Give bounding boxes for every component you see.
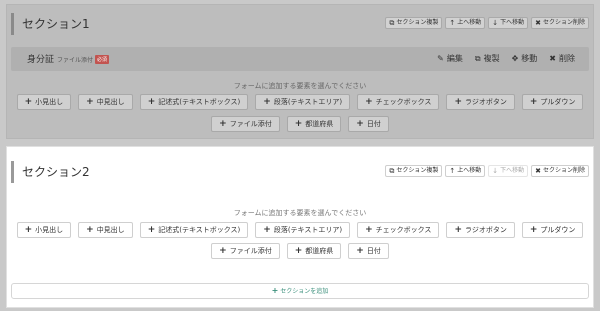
element-button-row: + ファイル添付 + 都道府県 + 日付 xyxy=(7,243,593,259)
add-date-button[interactable]: + 日付 xyxy=(348,116,389,132)
move-section-up-button[interactable]: ↑ 上へ移動 xyxy=(445,17,486,29)
section-actions: ⧉ セクション複製 ↑ 上へ移動 ↓ 下へ移動 ✖ セクション削除 xyxy=(385,165,589,177)
field-type: ファイル添付 xyxy=(57,57,94,64)
element-button-row: + 小見出し + 中見出し + 記述式(テキストボックス) + 段落(テキストエリア) … xyxy=(7,222,593,238)
add-dropdown-button[interactable]: + プルダウン xyxy=(521,222,584,238)
add-textarea-button[interactable]: + 段落(テキストエリア) xyxy=(255,222,351,238)
add-checkbox-button[interactable]: + チェックボックス xyxy=(357,94,440,110)
form-field-row[interactable]: 身分証 ファイル添付 必須 ✎ 編集 ⧉ 複製 ✥ 移動 ✖ 削除 xyxy=(11,47,589,71)
move-section-down-button[interactable]: ↓ 下へ移動 xyxy=(488,17,529,29)
section-title: セクション2 xyxy=(11,161,90,183)
arrow-down-icon: ↓ xyxy=(492,19,499,27)
plus-icon: + xyxy=(86,225,94,235)
plus-icon: + xyxy=(219,119,227,129)
add-file-button[interactable]: + ファイル添付 xyxy=(211,116,280,132)
add-textbox-button[interactable]: + 記述式(テキストボックス) xyxy=(139,222,249,238)
arrow-up-icon: ↑ xyxy=(449,19,456,27)
delete-section-button[interactable]: ✖ セクション削除 xyxy=(531,17,589,29)
add-prefecture-button[interactable]: + 都道府県 xyxy=(286,116,342,132)
move-section-up-button[interactable]: ↑ 上へ移動 xyxy=(445,165,486,177)
copy-icon: ⧉ xyxy=(389,167,395,175)
plus-icon: + xyxy=(263,225,271,235)
plus-icon: + xyxy=(24,97,33,107)
plus-icon: + xyxy=(294,246,303,256)
pencil-icon: ✎ xyxy=(437,54,444,63)
field-actions: ✎ 編集 ⧉ 複製 ✥ 移動 ✖ 削除 xyxy=(437,53,575,64)
plus-icon: + xyxy=(147,97,156,107)
delete-section-button[interactable]: ✖ セクション削除 xyxy=(531,165,589,177)
plus-icon: + xyxy=(147,225,156,235)
plus-icon: + xyxy=(24,225,33,235)
plus-icon: + xyxy=(454,97,462,107)
add-textarea-button[interactable]: + 段落(テキストエリア) xyxy=(255,94,351,110)
add-prefecture-button[interactable]: + 都道府県 xyxy=(286,243,342,259)
add-date-button[interactable]: + 日付 xyxy=(348,243,389,259)
add-checkbox-button[interactable]: + チェックボックス xyxy=(357,222,440,238)
plus-icon: + xyxy=(529,225,538,235)
move-icon: ✥ xyxy=(511,54,519,63)
plus-icon: + xyxy=(365,97,373,107)
plus-icon: + xyxy=(219,246,227,256)
close-icon: ✖ xyxy=(535,19,541,27)
duplicate-section-button[interactable]: ⧉ セクション複製 xyxy=(385,17,443,29)
add-dropdown-button[interactable]: + プルダウン xyxy=(521,94,584,110)
add-heading-medium-button[interactable]: + 中見出し xyxy=(78,222,133,238)
close-icon: ✖ xyxy=(549,54,556,63)
arrow-down-icon: ↓ xyxy=(492,167,499,175)
add-radio-button[interactable]: + ラジオボタン xyxy=(446,94,515,110)
close-icon: ✖ xyxy=(535,167,541,175)
add-radio-button[interactable]: + ラジオボタン xyxy=(446,222,515,238)
element-button-row: + 小見出し + 中見出し + 記述式(テキストボックス) + 段落(テキストエリア) … xyxy=(7,94,593,110)
move-section-down-button[interactable]: ↓ 下へ移動 xyxy=(488,165,529,177)
add-file-button[interactable]: + ファイル添付 xyxy=(211,243,280,259)
add-heading-medium-button[interactable]: + 中見出し xyxy=(78,94,133,110)
plus-icon: + xyxy=(356,119,364,129)
field-label: 身分証 ファイル添付 必須 xyxy=(27,55,110,65)
move-field-button[interactable]: ✥ 移動 xyxy=(512,53,538,64)
plus-icon: + xyxy=(454,225,462,235)
copy-field-button[interactable]: ⧉ 複製 xyxy=(475,53,500,64)
plus-icon: + xyxy=(294,119,303,129)
add-element-hint: フォームに追加する要素を選んでください xyxy=(233,209,367,217)
section-title: セクション1 xyxy=(11,13,90,35)
section-1: セクション1 ⧉ セクション複製 ↑ 上へ移動 ↓ 下へ移動 ✖ セクション削除 身分証… xyxy=(6,4,594,139)
add-heading-small-button[interactable]: + 小見出し xyxy=(16,94,72,110)
add-textbox-button[interactable]: + 記述式(テキストボックス) xyxy=(139,94,249,110)
copy-icon: ⧉ xyxy=(389,19,395,27)
edit-field-button[interactable]: ✎ 編集 xyxy=(437,53,463,64)
section-actions: ⧉ セクション複製 ↑ 上へ移動 ↓ 下へ移動 ✖ セクション削除 xyxy=(385,17,589,29)
arrow-up-icon: ↑ xyxy=(449,167,456,175)
required-badge: 必須 xyxy=(95,55,110,64)
copy-icon: ⧉ xyxy=(474,53,481,63)
plus-icon: + xyxy=(86,97,94,107)
add-section-button[interactable]: + セクションを追加 xyxy=(11,283,589,299)
plus-icon: + xyxy=(271,286,279,295)
plus-icon: + xyxy=(356,246,364,256)
plus-icon: + xyxy=(529,97,538,107)
delete-field-button[interactable]: ✖ 削除 xyxy=(549,53,575,64)
element-button-row: + ファイル添付 + 都道府県 + 日付 xyxy=(7,116,593,132)
plus-icon: + xyxy=(365,225,373,235)
add-element-hint: フォームに追加する要素を選んでください xyxy=(233,82,367,90)
plus-icon: + xyxy=(263,97,271,107)
duplicate-section-button[interactable]: ⧉ セクション複製 xyxy=(385,165,443,177)
add-heading-small-button[interactable]: + 小見出し xyxy=(16,222,72,238)
